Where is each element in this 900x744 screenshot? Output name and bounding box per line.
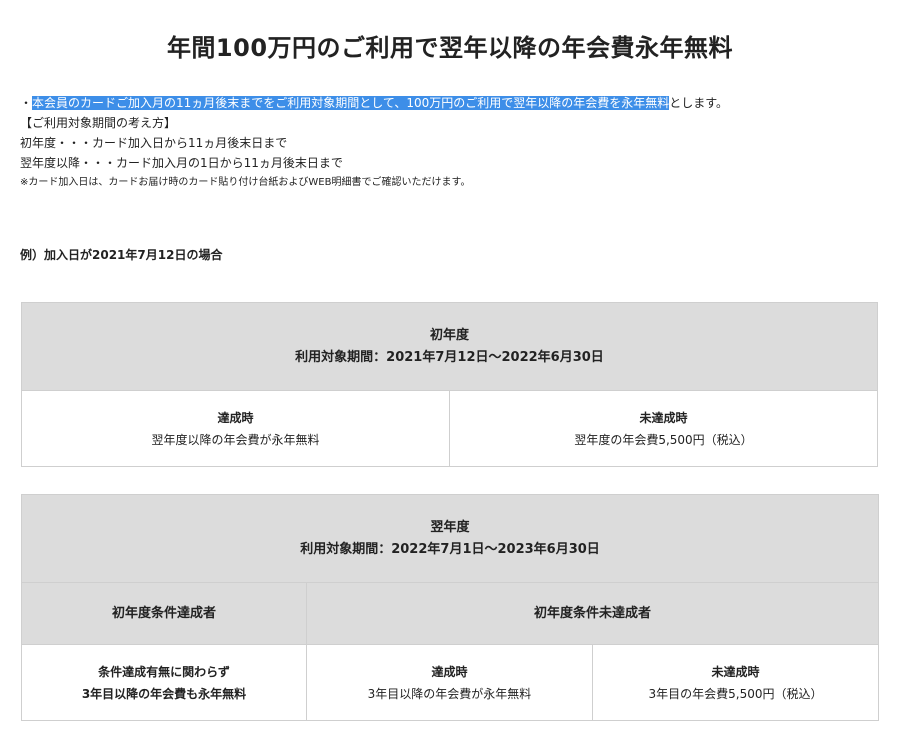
- not-achieved-text: 3年目の年会費5,500円（税込）: [648, 686, 823, 701]
- bullet: ・: [20, 96, 33, 110]
- year-label: 翌年度: [430, 519, 470, 535]
- notes-section: ・本会員のカードご加入月の11ヵ月後末までをご利用対象期間として、100万円のご…: [20, 93, 880, 193]
- achiever-cell: 条件達成有無に関わらず 3年目以降の年会費も永年無料: [21, 644, 307, 721]
- not-achieved-cell: 未達成時 翌年度の年会費5,500円（税込）: [449, 390, 878, 467]
- achiever-line-2: 3年目以降の年会費も永年無料: [81, 686, 247, 701]
- first-year-table: 初年度 利用対象期間：2021年7月12日〜2022年6月30日 達成時 翌年度…: [21, 302, 878, 467]
- achiever-column-header: 初年度条件達成者: [21, 582, 307, 645]
- next-year-table: 翌年度 利用対象期間：2022年7月1日〜2023年6月30日 初年度条件達成者…: [20, 494, 880, 721]
- main-note: ・本会員のカードご加入月の11ヵ月後末までをご利用対象期間として、100万円のご…: [20, 93, 880, 113]
- achieved-text: 3年目以降の年会費が永年無料: [367, 686, 532, 701]
- note-tail: とします。: [669, 96, 729, 110]
- first-year-rule: 初年度・・・カード加入日から11ヵ月後末日まで: [20, 136, 288, 150]
- period-label: 利用対象期間：2022年7月1日〜2023年6月30日: [300, 541, 600, 557]
- achieved-cell: 達成時 翌年度以降の年会費が永年無料: [21, 390, 450, 467]
- first-year-header: 初年度 利用対象期間：2021年7月12日〜2022年6月30日: [21, 302, 878, 391]
- page-title: 年間100万円のご利用で翌年以降の年会費永年無料: [166, 34, 734, 62]
- footnote: ※カード加入日は、カードお届け時のカード貼り付け台紙およびWEB明細書でご確認い…: [20, 177, 471, 188]
- year-label: 初年度: [429, 327, 469, 343]
- highlighted-text: 本会員のカードご加入月の11ヵ月後末までをご利用対象期間として、100万円のご利…: [32, 96, 670, 110]
- achieved-cell: 達成時 3年目以降の年会費が永年無料: [306, 644, 593, 721]
- not-achieved-title: 未達成時: [711, 664, 760, 679]
- non-achiever-column-header: 初年度条件未達成者: [305, 582, 880, 645]
- achieved-text: 翌年度以降の年会費が永年無料: [151, 432, 320, 447]
- next-years-rule: 翌年度以降・・・カード加入月の1日から11ヵ月後末日まで: [20, 156, 343, 170]
- achieved-title: 達成時: [431, 664, 468, 679]
- next-year-header: 翌年度 利用対象期間：2022年7月1日〜2023年6月30日: [20, 494, 880, 583]
- not-achieved-cell: 未達成時 3年目の年会費5,500円（税込）: [591, 644, 880, 721]
- not-achieved-text: 翌年度の年会費5,500円（税込）: [574, 432, 753, 447]
- not-achieved-title: 未達成時: [639, 410, 688, 425]
- period-label: 利用対象期間：2021年7月12日〜2022年6月30日: [295, 349, 604, 365]
- achiever-line-1: 条件達成有無に関わらず: [98, 664, 230, 679]
- achieved-title: 達成時: [217, 410, 254, 425]
- example-heading: 例）加入日が2021年7月12日の場合: [20, 248, 223, 262]
- concept-header: 【ご利用対象期間の考え方】: [20, 116, 177, 130]
